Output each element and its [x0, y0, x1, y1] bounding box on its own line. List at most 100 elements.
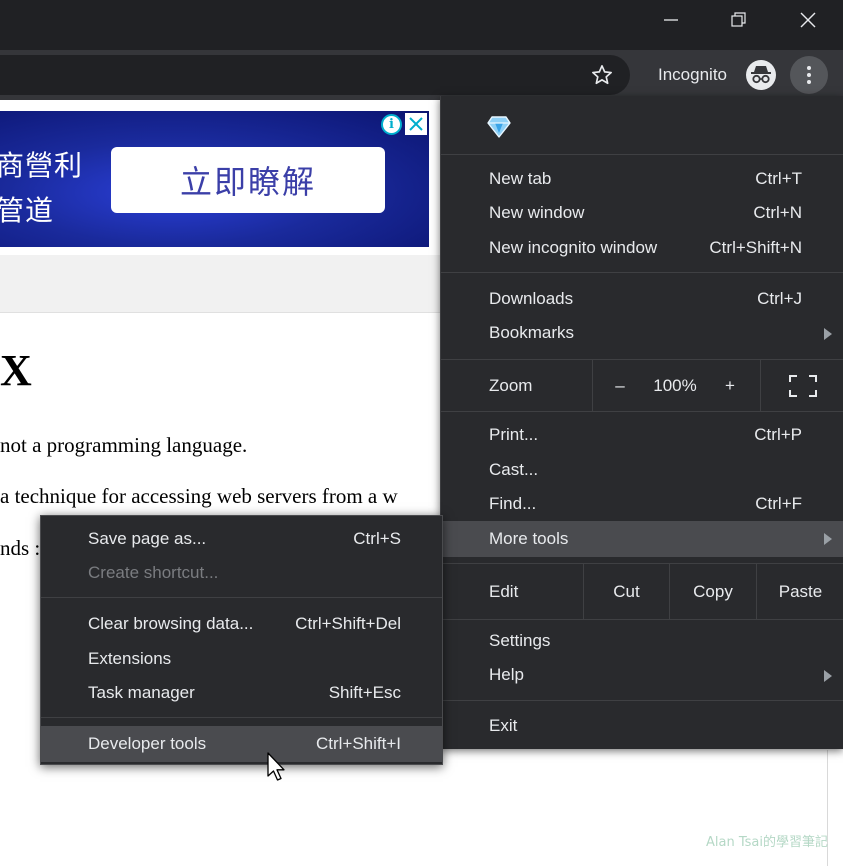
submenu-item-create-shortcut: Create shortcut... [41, 557, 442, 591]
ad-cta-button[interactable]: 立即瞭解 [111, 147, 385, 213]
minimize-button[interactable] [648, 0, 694, 40]
edit-row: Edit Cut Copy Paste [441, 564, 843, 619]
menu-header [441, 96, 843, 154]
menu-item-label: Find... [489, 494, 537, 513]
menu-item-more-tools[interactable]: More tools [441, 521, 843, 557]
paragraph-1: not a programming language. [0, 433, 248, 457]
menu-item-label: Help [489, 665, 524, 684]
menu-item-label: Clear browsing data... [88, 614, 254, 633]
copy-button[interactable]: Copy [670, 564, 756, 619]
submenu-arrow-icon [824, 533, 832, 545]
paragraph-3: nds : [0, 536, 41, 560]
menu-item-shortcut: Ctrl+Shift+Del [295, 614, 401, 633]
submenu-arrow-icon [824, 328, 832, 340]
menu-item-label: Settings [489, 631, 551, 650]
fullscreen-icon [788, 374, 817, 397]
ad-close-icon [409, 117, 423, 131]
browser-toolbar: Incognito [0, 50, 843, 100]
menu-item-shortcut: Ctrl+P [754, 425, 802, 444]
submenu-item-extensions[interactable]: Extensions [41, 643, 442, 677]
restore-icon [731, 12, 746, 27]
mouse-cursor-icon [267, 752, 285, 781]
menu-item-shortcut: Ctrl+S [353, 529, 401, 548]
ad-info-icon[interactable]: i [381, 114, 402, 135]
watermark: Alan Tsai的學習筆記 [706, 835, 828, 850]
ad-text-line2: 管道 [0, 194, 55, 227]
menu-item-settings[interactable]: Settings [441, 625, 843, 659]
paste-button[interactable]: Paste [757, 564, 843, 619]
menu-item-label: More tools [489, 529, 569, 548]
zoom-row: Zoom – 100% + [441, 360, 843, 411]
page-heading: X [0, 346, 32, 395]
menu-item-shortcut: Ctrl+T [755, 169, 802, 188]
menu-item-label: Downloads [489, 289, 574, 308]
minimize-icon [664, 19, 678, 21]
menu-item-shortcut: Ctrl+Shift+I [315, 734, 401, 753]
menu-item-new-incognito-window[interactable]: New incognito window Ctrl+Shift+N [441, 232, 843, 266]
menu-item-shortcut: Ctrl+N [753, 203, 802, 222]
menu-separator [441, 154, 843, 155]
title-bar [0, 0, 843, 50]
menu-item-label: New tab [489, 169, 552, 188]
menu-item-help[interactable]: Help [441, 659, 843, 693]
restore-button[interactable] [716, 0, 762, 40]
menu-item-shortcut: Ctrl+F [755, 494, 802, 513]
zoom-out-button[interactable]: – [593, 360, 647, 411]
menu-separator [441, 272, 843, 273]
incognito-label: Incognito [658, 65, 727, 84]
menu-item-label: Cast... [489, 460, 539, 479]
menu-separator [441, 411, 843, 412]
zoom-in-button[interactable]: + [703, 360, 757, 411]
menu-item-label: Task manager [88, 683, 195, 702]
submenu-item-developer-tools[interactable]: Developer tools Ctrl+Shift+I [41, 726, 442, 762]
menu-item-label: Developer tools [88, 734, 207, 753]
menu-item-shortcut: Shift+Esc [328, 683, 401, 702]
menu-item-label: Save page as... [88, 529, 207, 548]
menu-item-label: Bookmarks [489, 323, 575, 342]
menu-item-label: Create shortcut... [88, 563, 219, 582]
bookmark-star-button[interactable] [584, 61, 620, 89]
star-icon [592, 65, 612, 85]
browser-main-menu: New tab Ctrl+T New window Ctrl+N New inc… [440, 96, 843, 749]
menu-item-label: Extensions [88, 649, 172, 668]
menu-item-label: New window [489, 203, 585, 222]
menu-item-new-window[interactable]: New window Ctrl+N [441, 197, 843, 231]
menu-item-shortcut: Ctrl+Shift+N [709, 238, 802, 257]
menu-separator [41, 717, 442, 718]
zoom-label: Zoom [489, 375, 533, 395]
kebab-menu-icon [807, 66, 811, 70]
ad-close-button[interactable] [405, 113, 427, 135]
close-window-button[interactable] [785, 0, 831, 40]
menu-item-label: New incognito window [489, 238, 658, 257]
menu-separator [441, 619, 843, 620]
menu-item-find[interactable]: Find... Ctrl+F [441, 488, 843, 522]
menu-item-shortcut: Ctrl+J [757, 289, 802, 308]
menu-item-label: Exit [489, 716, 518, 735]
fullscreen-button[interactable] [761, 360, 843, 411]
submenu-arrow-icon [824, 670, 832, 682]
ad-text-line1: 商營利 [0, 149, 84, 182]
address-bar[interactable] [0, 55, 630, 95]
menu-item-label: Print... [489, 425, 539, 444]
menu-separator [41, 597, 442, 598]
submenu-item-save-page[interactable]: Save page as... Ctrl+S [41, 523, 442, 557]
menu-item-downloads[interactable]: Downloads Ctrl+J [441, 283, 843, 317]
ad-banner[interactable]: 商營利 管道 立即瞭解 i [0, 111, 429, 247]
more-tools-submenu: Save page as... Ctrl+S Create shortcut..… [40, 515, 443, 765]
menu-item-bookmarks[interactable]: Bookmarks [441, 317, 843, 351]
close-icon [800, 12, 816, 28]
edit-label: Edit [489, 581, 519, 601]
incognito-icon[interactable] [746, 60, 776, 90]
submenu-item-clear-browsing-data[interactable]: Clear browsing data... Ctrl+Shift+Del [41, 608, 442, 642]
menu-separator [441, 700, 843, 701]
menu-item-cast[interactable]: Cast... [441, 454, 843, 488]
paragraph-2: a technique for accessing web servers fr… [0, 484, 398, 508]
menu-item-print[interactable]: Print... Ctrl+P [441, 419, 843, 453]
cut-button[interactable]: Cut [584, 564, 669, 619]
page-nav-band [0, 255, 440, 313]
diamond-icon [487, 116, 511, 138]
submenu-item-task-manager[interactable]: Task manager Shift+Esc [41, 677, 442, 711]
menu-item-exit[interactable]: Exit [441, 710, 843, 744]
browser-menu-button[interactable] [790, 56, 828, 94]
menu-item-new-tab[interactable]: New tab Ctrl+T [441, 163, 843, 197]
